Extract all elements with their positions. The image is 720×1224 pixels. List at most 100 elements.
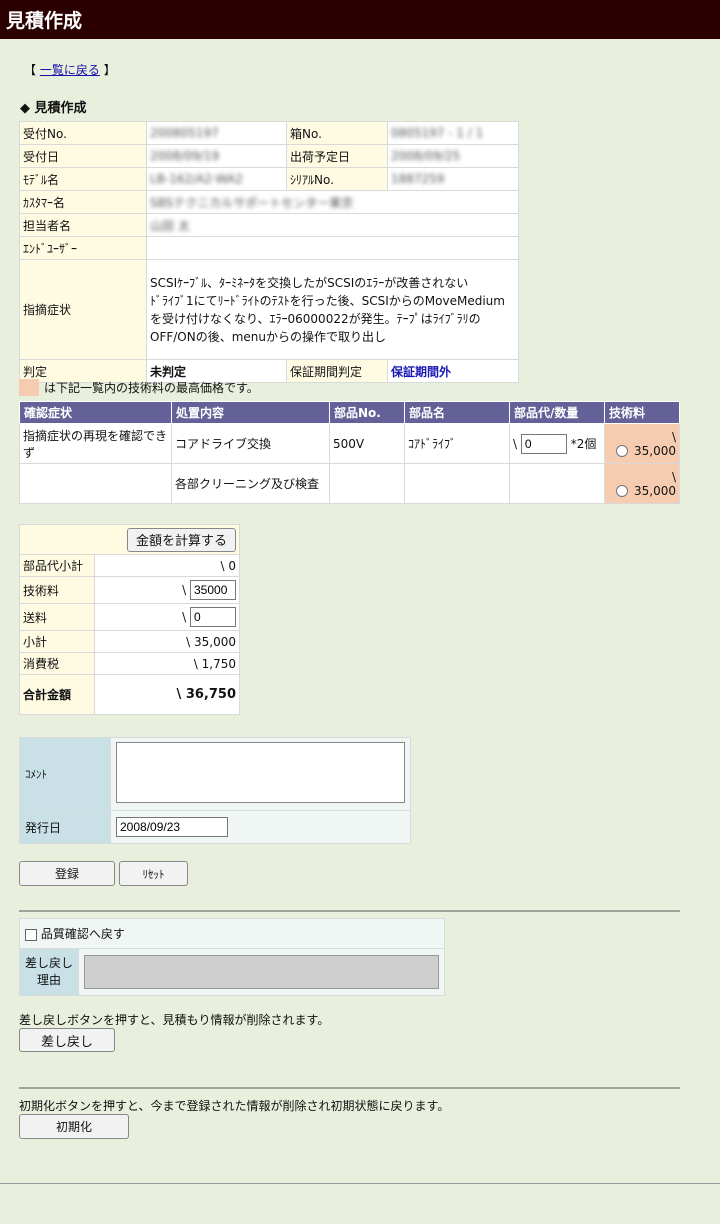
staff-value: 山田 太	[150, 218, 190, 233]
sendback-button[interactable]: 差し戻し	[19, 1028, 115, 1052]
divider	[19, 910, 680, 912]
symptom-line: を受け付けなくなり、ｴﾗｰ06000022が発生。ﾃｰﾌﾟはﾗｲﾌﾞﾗﾘの	[150, 311, 481, 326]
part-price-input[interactable]	[520, 433, 567, 454]
repair-table: 確認症状 処置内容 部品No. 部品名 部品代/数量 技術料 指摘症状の再現を確…	[19, 401, 680, 504]
reason-label-line: 差し戻し	[25, 956, 74, 970]
currency-symbol: \	[182, 610, 187, 624]
tech-fee-value: 35,000	[634, 483, 676, 498]
model-value: LB-162/A2-WA2	[150, 172, 243, 186]
subtotal-label: 小計	[19, 630, 95, 653]
comment-textarea[interactable]	[116, 742, 405, 803]
ship-date-label: 出荷予定日	[286, 144, 388, 168]
currency-symbol: \	[513, 436, 518, 451]
warranty-label: 保証期間判定	[286, 359, 388, 383]
footer-line	[0, 1183, 720, 1184]
fee-currency: \	[671, 429, 676, 444]
action: 各部クリーニング及び検査	[171, 463, 330, 504]
reason-label-line: 理由	[36, 973, 61, 987]
legend-text: は下記一覧内の技術料の最高価格です。	[44, 381, 259, 395]
initialize-button[interactable]: 初期化	[19, 1114, 129, 1139]
init-note: 初期化ボタンを押すと、今まで登録された情報が削除され初期状態に戻ります。	[19, 1099, 450, 1113]
reception-date-label: 受付日	[19, 144, 147, 168]
col-header: 処置内容	[171, 401, 330, 424]
col-header: 部品代/数量	[509, 401, 605, 424]
tech-fee-radio[interactable]	[616, 445, 628, 457]
reception-no-value: 200805197	[150, 126, 219, 140]
table-row: 各部クリーニング及び検査 \ 35,000	[19, 463, 680, 504]
col-header: 技術料	[604, 401, 680, 424]
tech-fee-cell: \ 35,000	[604, 423, 680, 464]
totals-table: 金額を計算する 部品代小計 \ 0 技術料 \ 送料 \ 小計 \ 35,000…	[19, 524, 240, 715]
estimate-info-table: 受付No. 200805197 箱No. 0805197 - 1 / 1 受付日…	[19, 121, 519, 383]
bracket-open: 【	[24, 63, 37, 77]
tax-value: \ 1,750	[94, 652, 240, 675]
register-button[interactable]: 登録	[19, 861, 115, 886]
part-name: ｺｱﾄﾞﾗｲﾌﾞ	[404, 423, 510, 464]
back-link-wrapper: 【 一覧に戻る 】	[24, 61, 116, 78]
tax-label: 消費税	[19, 652, 95, 675]
staff-label: 担当者名	[19, 213, 147, 237]
quality-return-label: 品質確認へ戻す	[40, 927, 125, 941]
table-row: 指摘症状の再現を確認できず コアドライブ交換 500V ｺｱﾄﾞﾗｲﾌﾞ \ *…	[19, 423, 680, 464]
end-user-value	[146, 236, 519, 260]
quality-return-table: 品質確認へ戻す 差し戻し 理由	[19, 918, 445, 996]
tech-fee-cell: \ 35,000	[604, 463, 680, 504]
issue-date-label: 発行日	[19, 810, 111, 844]
comment-table: ｺﾒﾝﾄ 発行日	[19, 737, 411, 844]
tech-fee-radio[interactable]	[616, 485, 628, 497]
serial-value: 1887259	[391, 172, 445, 186]
issue-date-input[interactable]	[116, 817, 228, 837]
quality-checkbox-row: 品質確認へ戻す	[19, 918, 445, 949]
comment-label: ｺﾒﾝﾄ	[19, 737, 111, 811]
quantity: *2個	[570, 436, 597, 451]
currency-symbol: \	[182, 583, 187, 597]
box-no-value: 0805197 - 1 / 1	[391, 126, 484, 140]
sendback-note: 差し戻しボタンを押すと、見積もり情報が削除されます。	[19, 1013, 330, 1027]
part-no: 500V	[329, 423, 405, 464]
legend: は下記一覧内の技術料の最高価格です。	[19, 379, 259, 396]
reception-date-value: 2008/09/19	[150, 149, 220, 163]
parts-subtotal-label: 部品代小計	[19, 554, 95, 577]
reason-textarea[interactable]	[84, 955, 439, 989]
reset-button[interactable]: ﾘｾｯﾄ	[119, 861, 188, 886]
parts-subtotal-value: \ 0	[94, 554, 240, 577]
ship-date-value: 2008/09/25	[391, 149, 461, 163]
bracket-close: 】	[103, 63, 116, 77]
part-no	[329, 463, 405, 504]
section-heading: ◆ 見積作成	[20, 97, 87, 116]
diamond-icon: ◆	[20, 101, 30, 116]
divider	[19, 1087, 680, 1089]
warranty-value: 保証期間外	[387, 359, 519, 383]
quality-return-checkbox[interactable]	[25, 928, 37, 941]
serial-label: ｼﾘｱﾙNo.	[286, 167, 388, 191]
part-price-cell	[509, 463, 605, 504]
symptom-line: ﾄﾞﾗｲﾌﾞ1にてﾘｰﾄﾞﾗｲﾄのﾃｽﾄを行った後、SCSIからのMoveMed…	[150, 293, 505, 308]
fee-currency: \	[671, 469, 676, 484]
part-price-cell: \ *2個	[509, 423, 605, 464]
calculate-button[interactable]: 金額を計算する	[127, 527, 236, 552]
symptom-line: SCSIｹｰﾌﾞﾙ、ﾀｰﾐﾈｰﾀを交換したがSCSIのｴﾗｰが改善されない	[150, 275, 469, 290]
symptom-line: OFF/ONの後、menuからの操作で取り出し	[150, 329, 386, 344]
page-title: 見積作成	[6, 10, 83, 32]
section-title: 見積作成	[34, 101, 87, 116]
reason-label: 差し戻し 理由	[19, 948, 79, 996]
col-header: 部品No.	[329, 401, 405, 424]
customer-label: ｶｽﾀﾏｰ名	[19, 190, 147, 214]
box-no-label: 箱No.	[286, 121, 388, 145]
tech-fee-input[interactable]	[190, 580, 236, 600]
total-value: \ 36,750	[94, 674, 240, 715]
reception-no-label: 受付No.	[19, 121, 147, 145]
tech-fee-value: 35,000	[634, 443, 676, 458]
shipping-label: 送料	[19, 603, 95, 631]
confirmed-symptom	[19, 463, 172, 504]
part-name	[404, 463, 510, 504]
back-to-list-link[interactable]: 一覧に戻る	[40, 63, 100, 77]
shipping-input[interactable]	[190, 607, 236, 627]
action: コアドライブ交換	[171, 423, 330, 464]
symptom-label: 指摘症状	[19, 259, 147, 360]
symptom-value: SCSIｹｰﾌﾞﾙ、ﾀｰﾐﾈｰﾀを交換したがSCSIのｴﾗｰが改善されない ﾄﾞ…	[146, 259, 519, 360]
legend-swatch	[19, 379, 39, 396]
confirmed-symptom: 指摘症状の再現を確認できず	[19, 423, 172, 464]
subtotal-value: \ 35,000	[94, 630, 240, 653]
customer-value: SBSテクニカルサポートセンター東京	[150, 195, 354, 210]
